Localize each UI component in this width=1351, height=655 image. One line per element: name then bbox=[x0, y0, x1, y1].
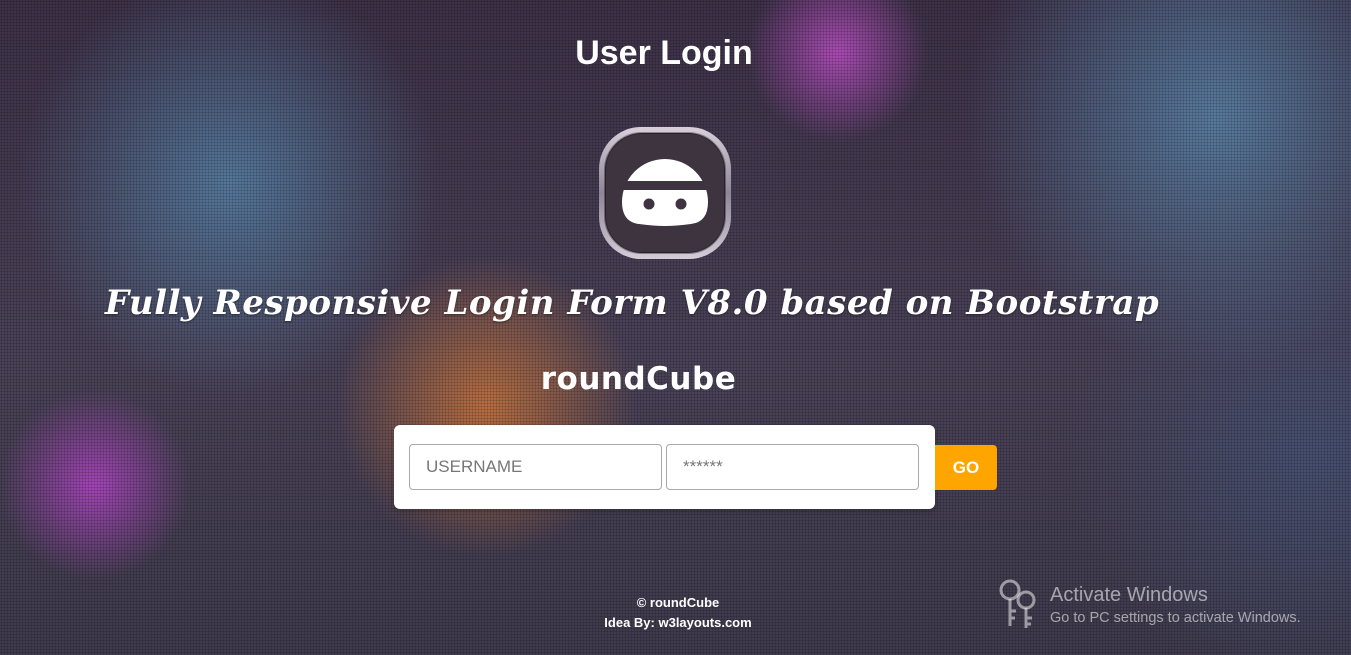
password-input[interactable] bbox=[666, 444, 919, 490]
watermark-title: Activate Windows bbox=[1050, 584, 1208, 606]
login-form bbox=[394, 425, 935, 509]
banner-subtitle: Fully Responsive Login Form V8.0 based o… bbox=[104, 283, 1160, 323]
credit-link[interactable]: Idea By: w3layouts.com bbox=[604, 615, 751, 630]
user-avatar-icon bbox=[596, 124, 734, 262]
watermark-subtitle: Go to PC settings to activate Windows. bbox=[1050, 610, 1301, 626]
page-title: User Login bbox=[575, 34, 753, 72]
keys-icon bbox=[996, 578, 1046, 637]
background-texture bbox=[0, 0, 1351, 655]
go-button[interactable]: GO bbox=[935, 445, 997, 490]
brand-name: roundCube bbox=[540, 361, 737, 397]
username-input[interactable] bbox=[409, 444, 662, 490]
windows-activation-watermark: Activate Windows Go to PC settings to ac… bbox=[996, 578, 1326, 634]
